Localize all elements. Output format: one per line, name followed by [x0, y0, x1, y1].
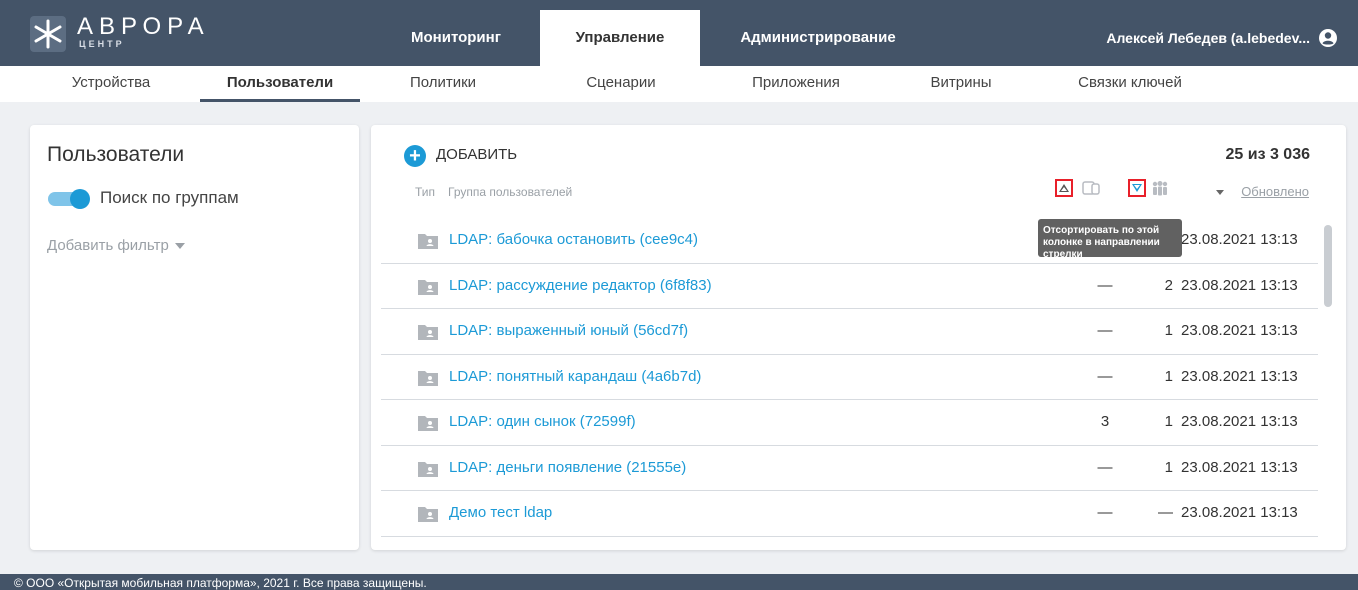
filter-panel: Пользователи Поиск по группам Добавить ф… — [30, 125, 359, 550]
add-button-label: ДОБАВИТЬ — [436, 146, 518, 163]
sort-desc-indicator-icon — [1216, 190, 1224, 195]
table-row[interactable]: LDAP: деньги появление (21555e) — 1 23.0… — [381, 446, 1318, 491]
column-updated[interactable]: Обновлено — [1241, 184, 1309, 199]
devices-count: — — [1097, 504, 1113, 521]
users-count: 2 — [1164, 276, 1173, 294]
list-scrollbar[interactable] — [1324, 225, 1332, 307]
devices-icon — [1082, 181, 1100, 195]
group-name-link[interactable]: LDAP: понятный карандаш (4a6b7d) — [449, 368, 701, 385]
groups-list-panel: + ДОБАВИТЬ 25 из 3 036 Тип Группа пользо… — [371, 125, 1346, 550]
group-search-toggle[interactable] — [48, 189, 90, 209]
users-icon — [1152, 181, 1168, 196]
column-type[interactable]: Тип — [415, 185, 435, 199]
updated-date: 23.08.2021 13:13 — [1181, 322, 1298, 339]
group-folder-icon — [418, 325, 438, 340]
users-count: 1 — [1164, 458, 1173, 476]
brand-logo[interactable]: АВРОРА ЦЕНТР — [30, 12, 220, 56]
group-folder-icon — [418, 370, 438, 386]
group-name-link[interactable]: LDAP: один сынок (72599f) — [449, 413, 636, 430]
devices-count: — — [1097, 276, 1113, 294]
group-search-label: Поиск по группам — [100, 188, 239, 207]
updated-date: 23.08.2021 13:13 — [1181, 413, 1298, 430]
footer: © ООО «Открытая мобильная платформа», 20… — [0, 574, 1358, 590]
top-bar: АВРОРА ЦЕНТР Мониторинг Управление Админ… — [0, 0, 1358, 66]
table-row[interactable]: LDAP: рассуждение редактор (6f8f83) — 2 … — [381, 264, 1318, 309]
sub-navigation: Устройства Пользователи Политики Сценари… — [0, 66, 1358, 102]
subtab-policies[interactable]: Политики — [372, 66, 514, 102]
triangle-down-icon — [1132, 184, 1142, 192]
updated-date: 23.08.2021 13:13 — [1181, 504, 1298, 521]
sort-tooltip: Отсортировать по этой колонке в направле… — [1038, 219, 1182, 260]
sort-descending-button[interactable] — [1128, 179, 1146, 197]
tab-monitoring[interactable]: Мониторинг — [372, 10, 540, 66]
table-row[interactable]: LDAP: выраженный юный (56cd7f) — 1 23.08… — [381, 309, 1318, 355]
tab-administration[interactable]: Администрирование — [700, 10, 936, 66]
column-group[interactable]: Группа пользователей — [448, 185, 572, 199]
brand-name: АВРОРА — [77, 13, 210, 40]
subtab-applications[interactable]: Приложения — [716, 66, 876, 102]
subtab-devices[interactable]: Устройства — [40, 66, 182, 102]
group-folder-icon — [418, 234, 438, 249]
group-name-link[interactable]: LDAP: выраженный юный (56cd7f) — [449, 322, 688, 339]
subtab-showcases[interactable]: Витрины — [890, 66, 1032, 102]
subtab-scenarios[interactable]: Сценарии — [550, 66, 692, 102]
devices-count: — — [1097, 458, 1113, 476]
group-name-link[interactable]: Демо тест ldap — [449, 504, 552, 521]
toggle-knob — [70, 189, 90, 209]
updated-date: 23.08.2021 13:13 — [1181, 458, 1298, 476]
group-name-link[interactable]: LDAP: бабочка остановить (cee9c4) — [449, 231, 698, 248]
aurora-star-icon — [30, 16, 66, 52]
table-row[interactable]: Демо тест ldap — — 23.08.2021 13:13 — [381, 491, 1318, 537]
updated-date: 23.08.2021 13:13 — [1181, 367, 1298, 385]
group-folder-icon — [418, 461, 438, 477]
plus-icon: + — [404, 145, 426, 167]
updated-date: 23.08.2021 13:13 — [1181, 276, 1298, 294]
user-menu[interactable]: Алексей Лебедев (a.lebedev... — [1106, 10, 1310, 66]
triangle-up-icon — [1059, 184, 1069, 192]
add-filter-dropdown[interactable]: Добавить фильтр — [47, 237, 185, 254]
caret-down-icon — [174, 243, 185, 250]
add-filter-label: Добавить фильтр — [47, 237, 169, 254]
group-folder-icon — [418, 507, 438, 522]
users-count: 1 — [1164, 322, 1173, 339]
group-folder-icon — [418, 416, 438, 431]
copyright-text: © ООО «Открытая мобильная платформа», 20… — [14, 576, 427, 590]
users-count: 1 — [1164, 367, 1173, 385]
devices-count: — — [1097, 367, 1113, 385]
devices-count: — — [1097, 322, 1113, 339]
updated-date: 23.08.2021 13:13 — [1181, 231, 1298, 248]
sort-ascending-button[interactable] — [1055, 179, 1073, 197]
devices-count: 3 — [1100, 413, 1110, 430]
group-name-link[interactable]: LDAP: рассуждение редактор (6f8f83) — [449, 277, 712, 294]
subtab-keychains[interactable]: Связки ключей — [1056, 66, 1204, 102]
table-row[interactable]: LDAP: один сынок (72599f) 3 1 23.08.2021… — [381, 400, 1318, 446]
result-count: 25 из 3 036 — [1225, 146, 1310, 163]
subtab-users[interactable]: Пользователи — [200, 66, 360, 102]
groups-table: LDAP: бабочка остановить (cee9c4) 23.08.… — [381, 218, 1318, 537]
table-row[interactable]: LDAP: понятный карандаш (4a6b7d) — 1 23.… — [381, 355, 1318, 400]
brand-sub: ЦЕНТР — [79, 39, 125, 49]
group-folder-icon — [418, 279, 438, 295]
group-name-link[interactable]: LDAP: деньги появление (21555e) — [449, 459, 686, 476]
tab-management[interactable]: Управление — [540, 10, 700, 66]
users-count: 1 — [1164, 413, 1173, 430]
panel-title: Пользователи — [47, 143, 185, 166]
account-circle-icon[interactable] — [1318, 28, 1338, 48]
users-count: — — [1158, 504, 1173, 521]
